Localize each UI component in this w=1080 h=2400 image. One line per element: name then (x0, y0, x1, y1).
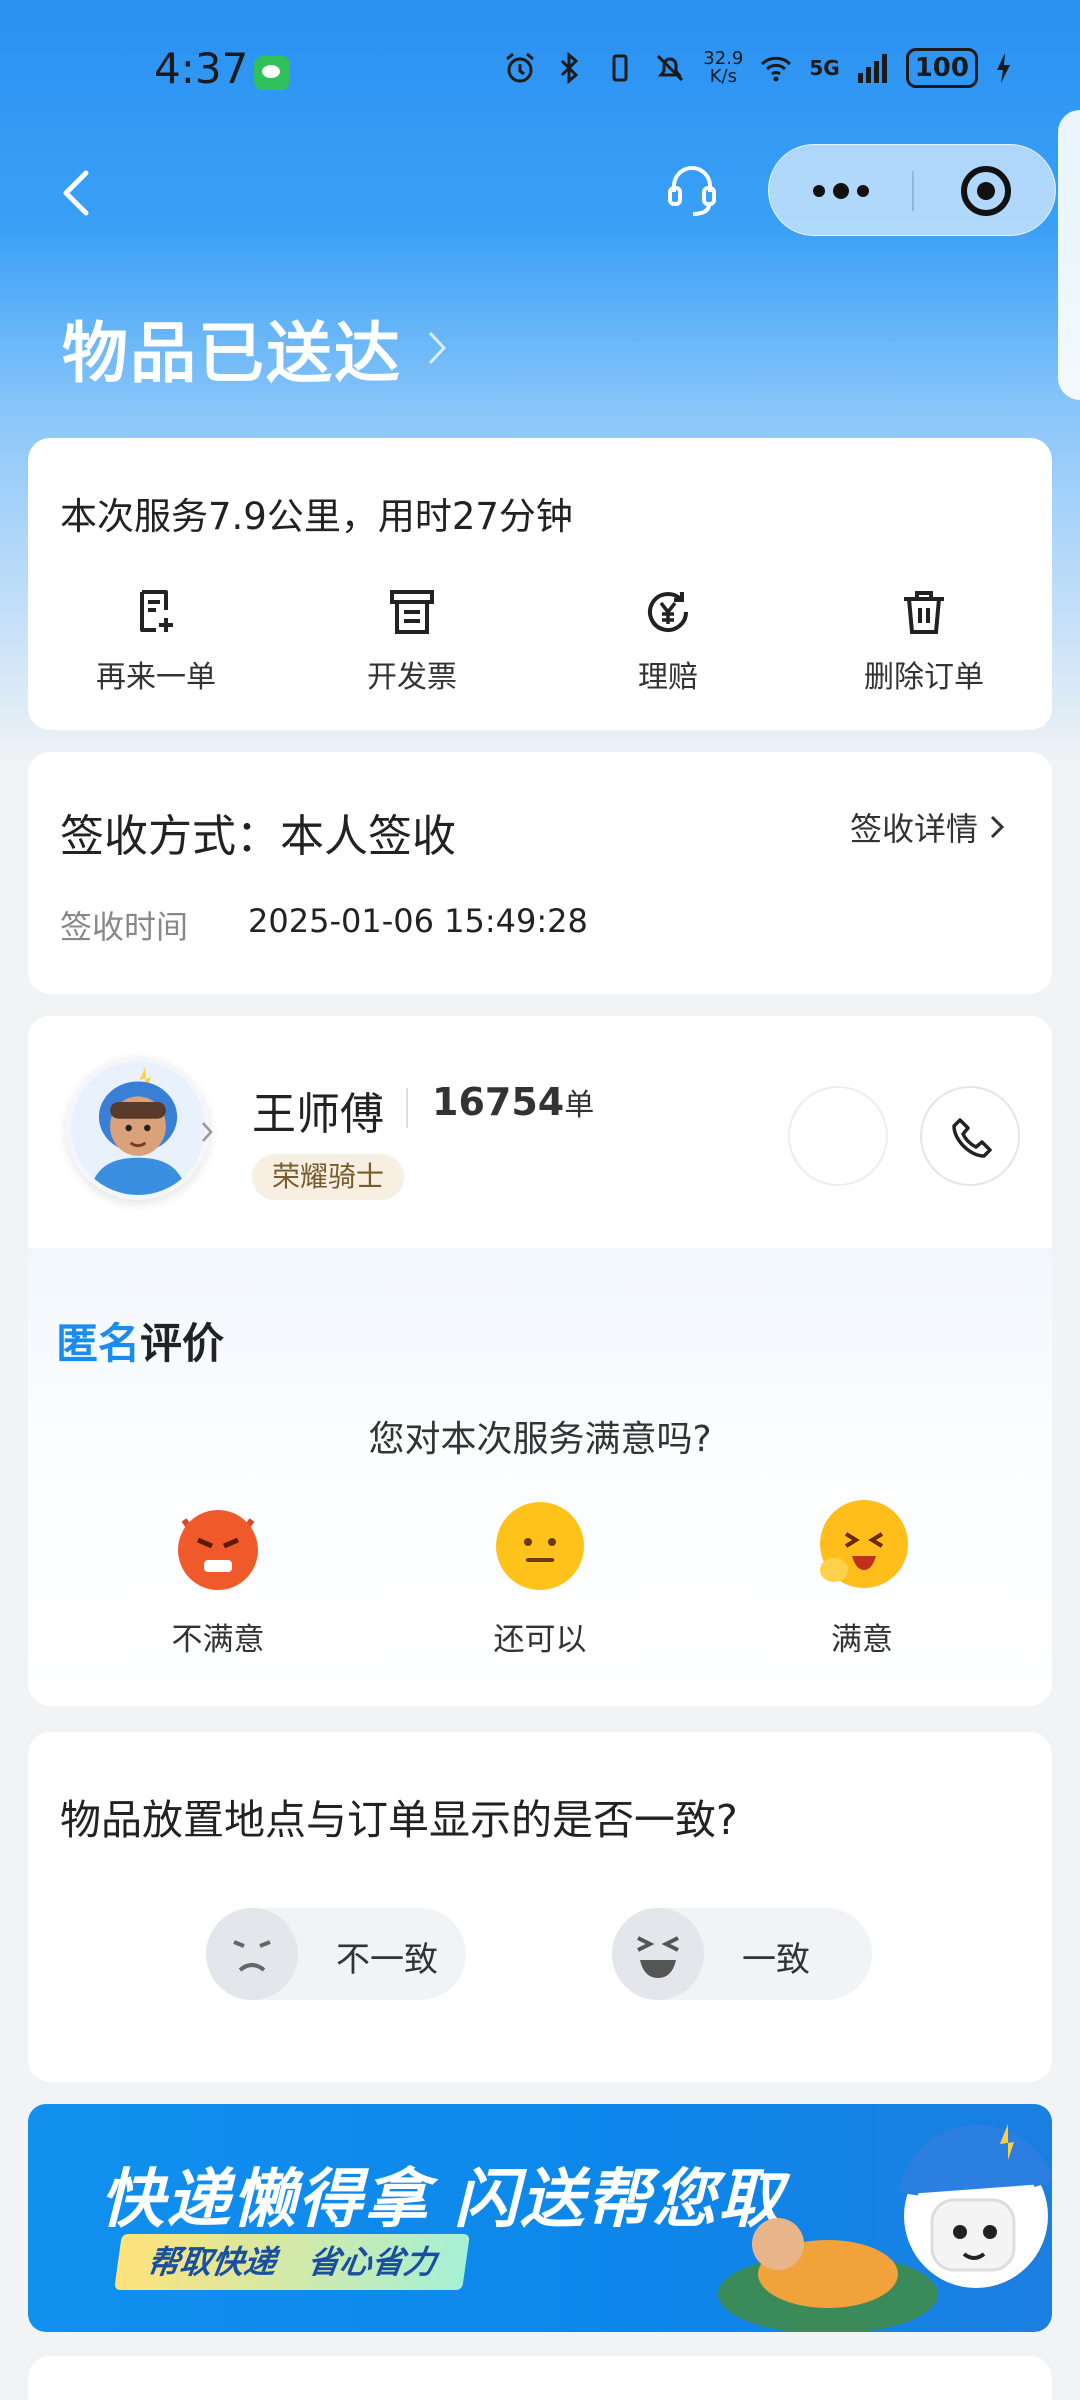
placement-consistent-button[interactable]: 一致 (612, 1908, 872, 2000)
rating-satisfied[interactable]: 满意 (762, 1498, 962, 1659)
placement-inconsistent-button[interactable]: 不一致 (206, 1908, 466, 2000)
placement-consistent-label: 一致 (742, 1940, 810, 1980)
neutral-face-icon (496, 1502, 584, 1590)
review-title: 匿名评价 (56, 1319, 225, 1368)
status-icons: 32.9 K/s 5G 100 (503, 48, 1012, 88)
order-actions: 再来一单 开发票 理赔 删除订单 (28, 586, 1052, 696)
rider-avatar[interactable] (66, 1056, 210, 1200)
invoice-label: 开发票 (367, 660, 457, 695)
rating-dissatisfied-label: 不满意 (171, 1622, 265, 1658)
rider-order-count: 16754单 (432, 1080, 595, 1124)
wifi-icon (761, 56, 792, 82)
invoice-action[interactable]: 开发票 (284, 586, 540, 696)
signature-card: 签收方式：本人签收 签收详情 签收时间 2025-01-06 15:49:28 (28, 752, 1052, 994)
happy-face-icon (820, 1500, 908, 1588)
call-rider-button[interactable] (920, 1086, 1020, 1186)
order-status-title: 物品已送达 (62, 315, 402, 392)
sign-method: 签收方式：本人签收 (60, 811, 456, 862)
rider-avatar-image (89, 1066, 187, 1195)
next-card-edge (28, 2356, 1052, 2400)
wechat-notification-icon (254, 56, 290, 90)
more-options-button[interactable] (769, 145, 913, 237)
delete-order-label: 删除订单 (864, 660, 984, 695)
reorder-action[interactable]: 再来一单 (28, 586, 284, 696)
rating-okay-label: 还可以 (493, 1622, 587, 1658)
sign-detail-link[interactable]: 签收详情 (850, 804, 1004, 850)
chevron-right-icon (990, 815, 1004, 839)
back-button[interactable] (56, 168, 96, 218)
trash-icon (904, 591, 944, 634)
network-speed: 32.9 K/s (703, 48, 744, 87)
customer-service-icon[interactable] (664, 160, 720, 220)
vibrate-icon (612, 54, 628, 82)
mini-program-capsule (768, 144, 1056, 236)
signal-icon (857, 54, 887, 83)
rating-satisfied-label: 满意 (831, 1622, 893, 1658)
frown-face-icon (206, 1908, 298, 2000)
rating-dissatisfied[interactable]: 不满意 (118, 1498, 318, 1659)
side-panel-edge (1058, 110, 1080, 400)
status-time: 4:37 (154, 44, 249, 93)
sign-time-value: 2025-01-06 15:49:28 (248, 902, 588, 940)
placement-check-card: 物品放置地点与订单显示的是否一致? 不一致 一致 (28, 1732, 1052, 2082)
angry-face-icon (178, 1510, 258, 1590)
rider-name: 王师傅 (252, 1089, 384, 1140)
service-summary-card: 本次服务7.9公里，用时27分钟 再来一单 开发票 理赔 删除订单 (28, 438, 1052, 730)
sign-time-label: 签收时间 (60, 908, 189, 946)
mascot-illustration (718, 2124, 1052, 2332)
phone-icon (952, 1118, 992, 1158)
banner-subline: 帮取快递 省心省力 (114, 2234, 470, 2290)
claim-action[interactable]: 理赔 (540, 586, 796, 696)
claim-label: 理赔 (638, 660, 698, 695)
rider-divider (406, 1088, 408, 1128)
battery-indicator: 100 (905, 48, 978, 88)
rating-okay[interactable]: 还可以 (440, 1498, 640, 1659)
bluetooth-icon (561, 51, 579, 85)
mute-bell-icon (657, 54, 684, 82)
charging-icon (997, 53, 1010, 83)
chevron-right-icon (202, 1122, 213, 1142)
delete-order-action[interactable]: 删除订单 (796, 586, 1052, 696)
anonymous-review: 匿名评价 您对本次服务满意吗? 不满意 还可以 满意 (28, 1248, 1052, 1706)
network-type: 5G (809, 56, 840, 80)
close-mini-program-button[interactable] (915, 145, 1057, 237)
reorder-icon (140, 590, 173, 632)
rider-level-badge: 荣耀骑士 (252, 1154, 405, 1200)
reorder-label: 再来一单 (96, 660, 216, 695)
banner-headline: 快递懒得拿 闪送帮您取 (100, 2163, 785, 2237)
review-question: 您对本次服务满意吗? (368, 1419, 712, 1460)
service-summary-text: 本次服务7.9公里，用时27分钟 (60, 495, 573, 538)
sign-detail-label: 签收详情 (849, 810, 978, 848)
chevron-right-icon (428, 331, 447, 365)
invoice-icon (390, 590, 434, 634)
alarm-icon (506, 52, 535, 83)
page-title[interactable]: 物品已送达 (62, 300, 448, 396)
promo-banner[interactable]: 快递懒得拿 闪送帮您取 帮取快递 省心省力 (28, 2104, 1052, 2332)
rider-info: 王师傅 16754单 荣耀骑士 (28, 1016, 1052, 1248)
placement-question: 物品放置地点与订单显示的是否一致? (60, 1796, 738, 1844)
status-bar: 4:37 32.9 K/s 5G 100 (0, 0, 1080, 140)
laugh-face-icon (612, 1908, 704, 2000)
claim-icon (648, 592, 688, 633)
capsule-divider (912, 171, 914, 211)
rider-review-card: 王师傅 16754单 荣耀骑士 匿名评价 您对本次服务满意吗? 不满意 还可以 … (28, 1016, 1052, 1706)
message-rider-button[interactable] (788, 1086, 888, 1186)
placement-inconsistent-label: 不一致 (336, 1940, 438, 1980)
